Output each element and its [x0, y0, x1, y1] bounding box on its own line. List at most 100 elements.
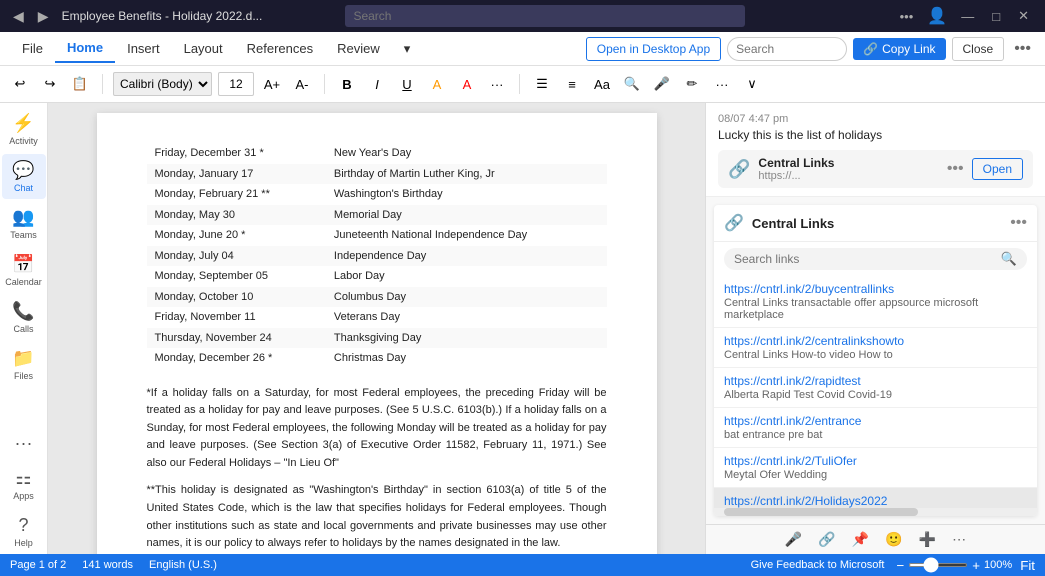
document-area[interactable]: Friday, December 31 *New Year's DayMonda…: [48, 103, 705, 554]
central-links-search-input[interactable]: [734, 252, 997, 266]
title-search-input[interactable]: [353, 9, 737, 23]
sidebar-item-apps[interactable]: ⚏ Apps: [2, 462, 46, 507]
document-page: Friday, December 31 *New Year's DayMonda…: [97, 113, 657, 554]
holiday-date: Monday, September 05: [147, 266, 326, 287]
more-button[interactable]: •••: [892, 6, 922, 26]
font-color-button[interactable]: A: [455, 72, 479, 96]
fit-button[interactable]: Fit: [1020, 558, 1035, 573]
sidebar-label-files: Files: [14, 371, 33, 381]
font-grow-button[interactable]: A+: [260, 72, 284, 96]
bold-button[interactable]: B: [335, 72, 359, 96]
font-selector[interactable]: Calibri (Body): [113, 72, 212, 96]
holiday-date: Thursday, November 24: [147, 328, 326, 349]
ribbon-search-input[interactable]: [727, 37, 847, 61]
title-search-bar[interactable]: [345, 5, 745, 27]
tab-home[interactable]: Home: [55, 34, 115, 63]
central-links-item[interactable]: https://cntrl.ink/2/buycentrallinksCentr…: [714, 276, 1037, 328]
back-button[interactable]: ◀: [8, 6, 29, 27]
tab-review[interactable]: Review: [325, 35, 392, 62]
ribbon: File Home Insert Layout References Revie…: [0, 32, 1045, 103]
maximize-button[interactable]: □: [984, 6, 1008, 26]
editor-button[interactable]: ✏: [680, 72, 704, 96]
central-links-item[interactable]: https://cntrl.ink/2/rapidtestAlberta Rap…: [714, 368, 1037, 408]
sidebar-item-teams[interactable]: 👥 Teams: [2, 201, 46, 246]
sidebar-item-more[interactable]: ···: [2, 427, 46, 460]
sidebar-item-files[interactable]: 📁 Files: [2, 342, 46, 387]
central-links-panel: 🔗 Central Links ••• 🔍 https://cntrl.ink/…: [714, 205, 1037, 516]
tab-layout[interactable]: Layout: [172, 35, 235, 62]
calls-icon: 📞: [12, 301, 34, 322]
central-links-item[interactable]: https://cntrl.ink/2/centralinkshowtoCent…: [714, 328, 1037, 368]
clipboard-button[interactable]: 📋: [68, 72, 92, 96]
page-info: Page 1 of 2: [10, 559, 66, 571]
central-links-item[interactable]: https://cntrl.ink/2/entrancebat entrance…: [714, 408, 1037, 448]
central-links-more-button[interactable]: •••: [1010, 214, 1027, 232]
font-shrink-button[interactable]: A-: [290, 72, 314, 96]
close-button[interactable]: Close: [952, 37, 1005, 61]
word-count: 141 words: [82, 559, 133, 571]
zoom-out-button[interactable]: −: [896, 558, 904, 573]
sidebar-item-calendar[interactable]: 📅 Calendar: [2, 248, 46, 293]
sidebar-item-activity[interactable]: ⚡ Activity: [2, 107, 46, 152]
mic-icon[interactable]: 🎤: [781, 529, 806, 550]
dictate-button[interactable]: 🎤: [650, 72, 674, 96]
more-icon-bottom[interactable]: ⋯: [948, 529, 970, 550]
redo-button[interactable]: ↪: [38, 72, 62, 96]
italic-button[interactable]: I: [365, 72, 389, 96]
apps-icon: ⚏: [15, 468, 31, 489]
highlight-button[interactable]: A: [425, 72, 449, 96]
open-desktop-button[interactable]: Open in Desktop App: [586, 37, 721, 61]
more-format-button[interactable]: ···: [485, 72, 509, 96]
link-icon-bottom[interactable]: 🔗: [814, 529, 839, 550]
holiday-name: Thanksgiving Day: [326, 328, 607, 349]
pin-icon[interactable]: 📌: [848, 529, 873, 550]
holiday-date: Monday, December 26 *: [147, 348, 326, 369]
minimize-button[interactable]: —: [953, 6, 982, 26]
holiday-row: Monday, July 04Independence Day: [147, 246, 607, 267]
sidebar-label-teams: Teams: [10, 230, 37, 240]
sidebar-item-help[interactable]: ? Help: [2, 509, 46, 554]
cl-item-url: https://cntrl.ink/2/entrance: [724, 414, 1027, 428]
align-button[interactable]: ≡: [560, 72, 584, 96]
close-window-button[interactable]: ✕: [1010, 6, 1037, 26]
underline-button[interactable]: U: [395, 72, 419, 96]
para-2: **This holiday is designated as "Washing…: [147, 482, 607, 552]
holiday-name: Christmas Day: [326, 348, 607, 369]
bullets-button[interactable]: ☰: [530, 72, 554, 96]
feedback-text[interactable]: Give Feedback to Microsoft: [751, 559, 885, 571]
tab-insert[interactable]: Insert: [115, 35, 172, 62]
emoji-icon[interactable]: 🙂: [881, 529, 906, 550]
holiday-row: Monday, February 21 **Washington's Birth…: [147, 184, 607, 205]
undo-button[interactable]: ↩: [8, 72, 32, 96]
add-icon[interactable]: ➕: [915, 529, 940, 550]
tab-references[interactable]: References: [235, 35, 325, 62]
review-dropdown[interactable]: ▾: [392, 35, 423, 63]
central-links-item[interactable]: https://cntrl.ink/2/Holidays2022Employme…: [714, 488, 1037, 508]
central-links-scrollbar[interactable]: [714, 508, 1037, 516]
status-bar: Page 1 of 2 141 words English (U.S.) Giv…: [0, 554, 1045, 576]
holiday-name: Memorial Day: [326, 205, 607, 226]
central-links-icon: 🔗: [724, 213, 744, 233]
forward-button[interactable]: ▶: [33, 6, 54, 27]
link-card-more-button[interactable]: •••: [947, 160, 964, 178]
tab-file[interactable]: File: [10, 35, 55, 62]
expand-ribbon-button[interactable]: ∨: [740, 72, 764, 96]
sidebar-item-calls[interactable]: 📞 Calls: [2, 295, 46, 340]
copy-link-button[interactable]: 🔗 Copy Link: [853, 38, 945, 60]
zoom-slider[interactable]: [908, 563, 968, 567]
search-format-button[interactable]: 🔍: [620, 72, 644, 96]
sidebar-item-chat[interactable]: 💬 Chat: [2, 154, 46, 199]
central-links-list: https://cntrl.ink/2/buycentrallinksCentr…: [714, 276, 1037, 508]
font-size-input[interactable]: [218, 72, 254, 96]
more-options-button[interactable]: •••: [1010, 40, 1035, 58]
holiday-row: Monday, June 20 *Juneteenth National Ind…: [147, 225, 607, 246]
link-card-open-button[interactable]: Open: [972, 158, 1023, 180]
style-button[interactable]: Aa: [590, 72, 614, 96]
more-tools-button[interactable]: ···: [710, 72, 734, 96]
zoom-in-button[interactable]: +: [972, 558, 980, 573]
central-links-search-bar[interactable]: 🔍: [724, 248, 1027, 270]
link-card: 🔗 Central Links https://... ••• Open: [718, 150, 1033, 188]
holiday-row: Friday, November 11Veterans Day: [147, 307, 607, 328]
central-links-item[interactable]: https://cntrl.ink/2/TuliOferMeytal Ofer …: [714, 448, 1037, 488]
main-area: ⚡ Activity 💬 Chat 👥 Teams 📅 Calendar 📞 C…: [0, 103, 1045, 554]
